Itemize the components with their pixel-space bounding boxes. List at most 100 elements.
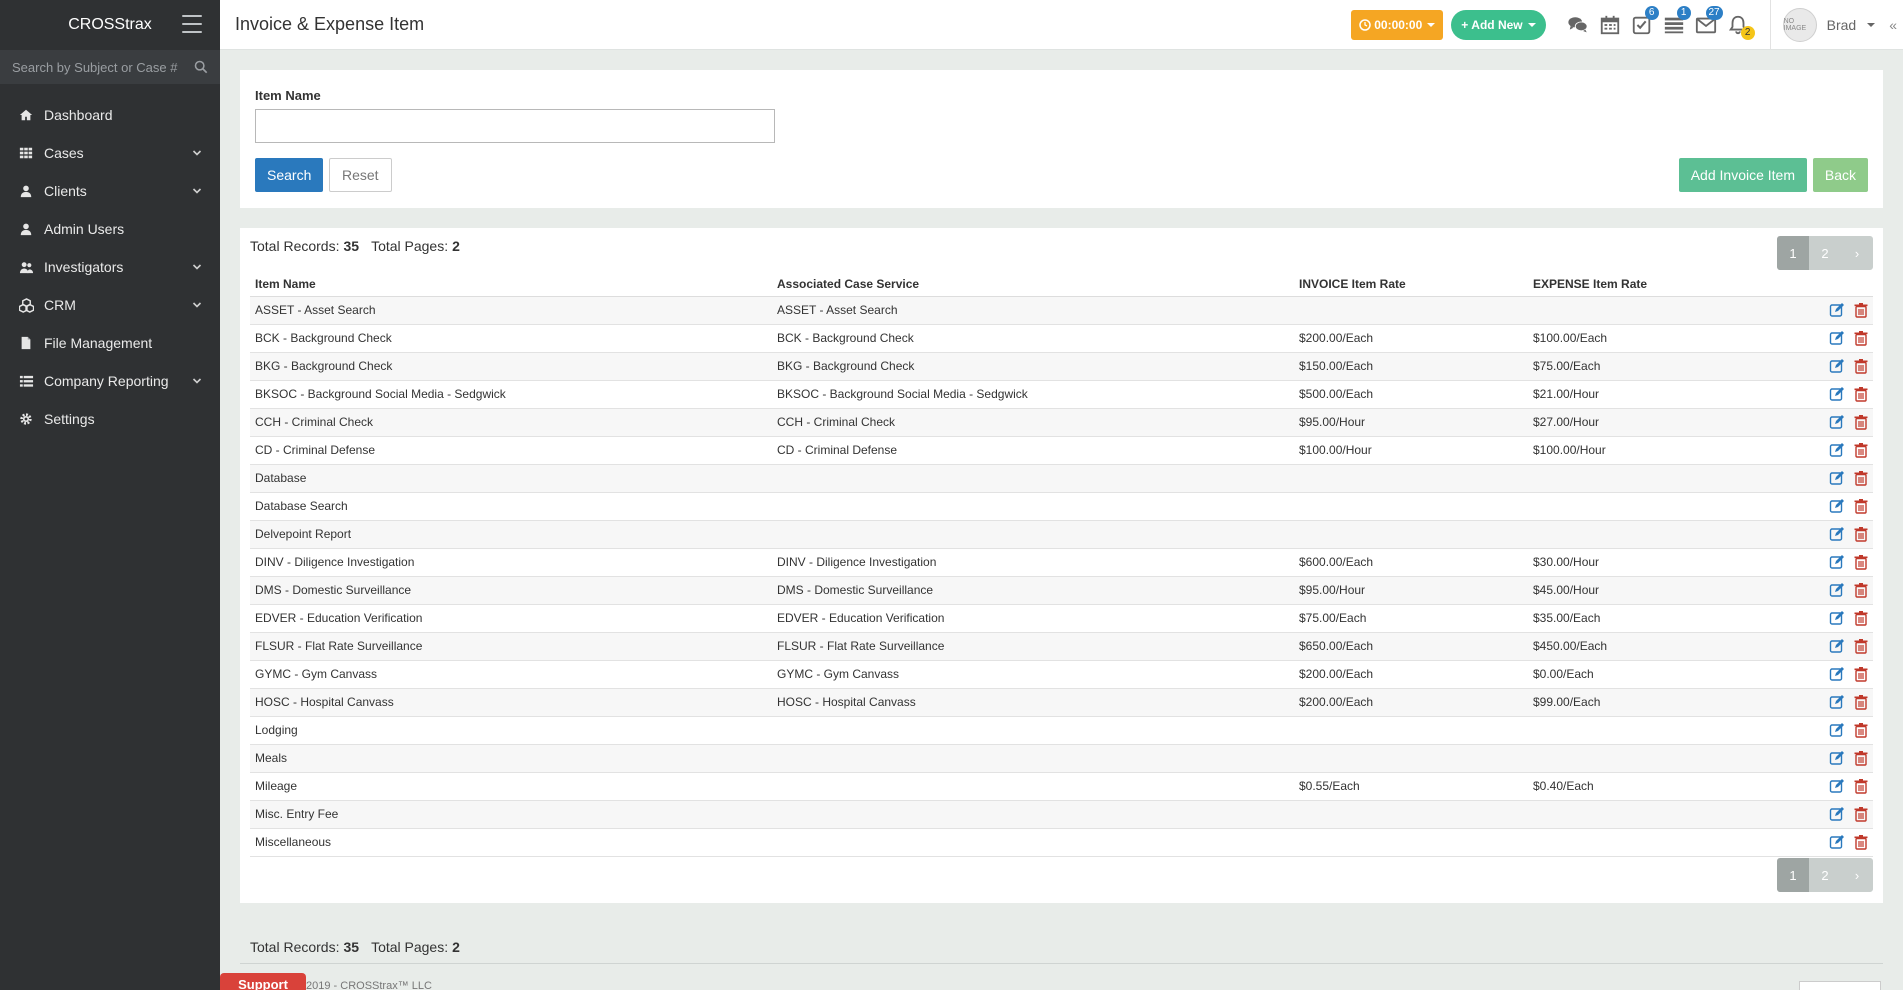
item-name-input[interactable] [255,109,775,143]
chat-icon[interactable] [1565,12,1591,38]
add-new-button[interactable]: + Add New [1451,10,1546,40]
table-row: CD - Criminal Defense CD - Criminal Defen… [250,436,1873,465]
trash-icon[interactable] [1853,554,1869,570]
sidebar-item-clients[interactable]: Clients [0,172,220,210]
next-page-icon[interactable]: › [1841,236,1873,270]
trash-icon[interactable] [1853,610,1869,626]
gear-icon [18,411,34,427]
trash-icon[interactable] [1853,666,1869,682]
page-2-button[interactable]: 2 [1809,236,1841,270]
sidebar-item-dashboard[interactable]: Dashboard [0,96,220,134]
home-icon [18,107,34,123]
edit-icon[interactable] [1829,666,1845,682]
edit-icon[interactable] [1829,806,1845,822]
edit-icon[interactable] [1829,302,1845,318]
sidebar-item-cases[interactable]: Cases [0,134,220,172]
edit-icon[interactable] [1829,470,1845,486]
col-expense-item-rate[interactable]: EXPENSE Item Rate [1528,272,1778,297]
trash-icon[interactable] [1853,330,1869,346]
reset-button[interactable]: Reset [329,158,392,192]
mail-icon[interactable]: 27 [1693,6,1723,38]
support-button[interactable]: Support [220,973,306,990]
edit-icon[interactable] [1829,386,1845,402]
cell-expense-rate [1528,800,1778,829]
edit-icon[interactable] [1829,750,1845,766]
trash-icon[interactable] [1853,414,1869,430]
page-2-button[interactable]: 2 [1809,858,1841,892]
tasks-icon[interactable]: 6 [1629,6,1659,38]
col-invoice-item-rate[interactable]: INVOICE Item Rate [1294,272,1528,297]
trash-icon[interactable] [1853,750,1869,766]
trash-icon[interactable] [1853,806,1869,822]
list-icon[interactable]: 1 [1661,6,1691,38]
user-menu[interactable]: NO IMAGE Brad « [1769,0,1903,50]
calendar-icon[interactable] [1597,12,1623,38]
col-associated-case-service[interactable]: Associated Case Service [772,272,1294,297]
table-row: EDVER - Education Verification EDVER - Ed… [250,604,1873,633]
row-actions [1778,632,1873,661]
grid-icon [18,145,34,161]
trash-icon[interactable] [1853,778,1869,794]
sidebar-item-crm[interactable]: CRM [0,286,220,324]
edit-icon[interactable] [1829,554,1845,570]
avatar[interactable]: NO IMAGE [1782,8,1817,42]
sidebar-item-admin-users[interactable]: Admin Users [0,210,220,248]
trash-icon[interactable] [1853,302,1869,318]
trash-icon[interactable] [1853,470,1869,486]
search-icon[interactable] [194,60,208,74]
edit-icon[interactable] [1829,638,1845,654]
menu-toggle-icon[interactable] [182,15,202,33]
cell-associated-case-service: EDVER - Education Verification [772,604,1294,633]
edit-icon[interactable] [1829,526,1845,542]
total-pages-label: Total Pages: [371,238,449,254]
col-item-name[interactable]: Item Name [250,272,772,297]
edit-icon[interactable] [1829,582,1845,598]
edit-icon[interactable] [1829,694,1845,710]
cell-expense-rate: $27.00/Hour [1528,408,1778,437]
edit-icon[interactable] [1829,722,1845,738]
next-page-icon[interactable]: › [1841,858,1873,892]
sidebar-item-settings[interactable]: Settings [0,400,220,438]
edit-icon[interactable] [1829,330,1845,346]
total-records-value: 35 [343,238,360,254]
user-icon [18,221,34,237]
cell-associated-case-service: FLSUR - Flat Rate Surveillance [772,632,1294,661]
cell-expense-rate: $21.00/Hour [1528,380,1778,409]
brand-name[interactable]: CROSStrax [68,16,152,34]
table-row: Delvepoint Report [250,520,1873,549]
timer-button[interactable]: 00:00:00 [1351,10,1444,40]
bell-icon[interactable]: 2 [1725,12,1755,40]
edit-icon[interactable] [1829,358,1845,374]
sidebar-item-company-reporting[interactable]: Company Reporting [0,362,220,400]
sidebar-item-investigators[interactable]: Investigators [0,248,220,286]
add-invoice-item-button[interactable]: Add Invoice Item [1678,158,1807,192]
trash-icon[interactable] [1853,526,1869,542]
edit-icon[interactable] [1829,834,1845,850]
cell-associated-case-service [772,800,1294,829]
sidebar-item-file-management[interactable]: File Management [0,324,220,362]
edit-icon[interactable] [1829,778,1845,794]
edit-icon[interactable] [1829,414,1845,430]
trash-icon[interactable] [1853,442,1869,458]
sidebar-item-label: Dashboard [44,107,113,123]
back-button[interactable]: Back [1812,158,1868,192]
search-button[interactable]: Search [255,158,324,192]
trash-icon[interactable] [1853,582,1869,598]
trash-icon[interactable] [1853,638,1869,654]
page-1-button[interactable]: 1 [1777,236,1809,270]
page-1-button[interactable]: 1 [1777,858,1809,892]
trash-icon[interactable] [1853,386,1869,402]
cell-invoice-rate: $95.00/Hour [1294,576,1528,605]
edit-icon[interactable] [1829,610,1845,626]
edit-icon[interactable] [1829,498,1845,514]
trash-icon[interactable] [1853,498,1869,514]
trash-icon[interactable] [1853,358,1869,374]
sidebar-search-input[interactable] [12,59,194,75]
cell-expense-rate: $450.00/Each [1528,632,1778,661]
edit-icon[interactable] [1829,442,1845,458]
collapse-panel-icon[interactable]: « [1889,17,1897,33]
trash-icon[interactable] [1853,694,1869,710]
trash-icon[interactable] [1853,722,1869,738]
cell-associated-case-service: ASSET - Asset Search [772,296,1294,325]
trash-icon[interactable] [1853,834,1869,850]
